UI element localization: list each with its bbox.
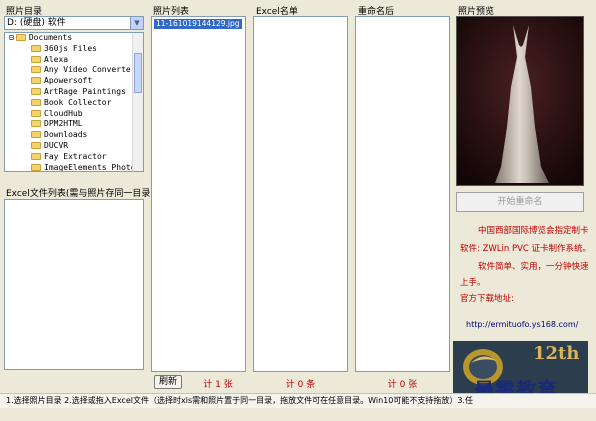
info-line-3: 软件简单、实用，一分钟快速 (478, 262, 589, 272)
tree-item-label: ArtRage Paintings (44, 86, 126, 96)
tree-folder-item[interactable]: Downloads (5, 130, 143, 141)
tree-folder-item[interactable]: ImageElements Photo S (5, 162, 144, 172)
tree-item-label: Apowersoft (44, 76, 93, 86)
collapse-icon[interactable]: ⊟ (9, 33, 14, 42)
tree-folder-item[interactable]: DPM2HTML (5, 119, 143, 130)
photo-list[interactable]: 11-161019144129.jpg (151, 16, 246, 372)
tree-root-folder[interactable]: ⊟ Documents (5, 33, 143, 44)
tree-item-label: DUCVR (44, 140, 69, 150)
excel-names-list[interactable] (253, 16, 348, 372)
folder-icon (31, 66, 41, 74)
drive-select-value: D: (硬盘) 软件 (7, 18, 66, 28)
info-line-2: 软件: ZWLin PVC 证卡制作系统。 (460, 244, 592, 254)
info-line-5: 官方下载地址: (460, 294, 514, 304)
excel-list-label: Excel文件列表(需与照片存同一目录) (6, 189, 154, 199)
folder-icon (31, 98, 41, 106)
tree-item-label: Book Collector (44, 97, 112, 107)
tree-folder-item[interactable]: Book Collector (5, 98, 143, 109)
folder-icon (31, 163, 41, 171)
folder-icon (31, 44, 41, 52)
info-line-4: 上手。 (460, 278, 486, 288)
refresh-button[interactable]: 刷新 (154, 375, 182, 389)
tree-item-label: Documents (28, 33, 73, 42)
folder-icon (31, 120, 41, 128)
dress-image (457, 17, 583, 185)
tree-folder-item[interactable]: ArtRage Paintings (5, 87, 143, 98)
folder-tree[interactable]: ⊟ Documents 360js Files Alexa Any Video Conv… (4, 32, 144, 172)
tree-item-label: CloudHub (44, 108, 83, 118)
start-rename-button[interactable]: 开始重命名 (456, 192, 584, 212)
tree-folder-item[interactable]: CloudHub (5, 109, 143, 120)
excel-file-list[interactable] (4, 199, 144, 370)
download-link[interactable]: http://ermituofo.ys168.com/ (466, 320, 578, 329)
tree-item-label: Fay Extractor (44, 151, 107, 161)
info-line-1: 中国西部国际博览会指定制卡 (478, 226, 589, 236)
chevron-down-icon[interactable]: ▼ (130, 17, 143, 29)
folder-icon (31, 131, 41, 139)
tree-scrollbar[interactable] (132, 33, 143, 171)
tree-folder-item[interactable]: Fay Extractor (5, 152, 143, 163)
tree-folder-item[interactable]: DUCVR (5, 141, 143, 152)
folder-icon (31, 141, 41, 149)
renamed-list[interactable] (355, 16, 450, 372)
tree-item-label: ImageElements Photo S (44, 162, 144, 172)
tree-item-label: DPM2HTML (44, 119, 83, 129)
photo-count: 计 1 张 (203, 380, 233, 390)
tree-folder-item[interactable]: Any Video Converter U (5, 65, 143, 76)
folder-icon (31, 87, 41, 95)
tree-item-label: Any Video Converter U (44, 65, 144, 75)
tree-item-label: 360js Files (44, 43, 97, 53)
tree-item-label: Downloads (44, 130, 88, 140)
scrollbar-thumb[interactable] (134, 53, 142, 93)
status-bar: 1.选择照片目录 2.选择或拖入Excel文件（选择时xls需和照片置于同一目录… (0, 393, 596, 408)
tree-folder-item[interactable]: Alexa (5, 55, 143, 66)
renamed-count: 计 0 张 (387, 380, 418, 390)
folder-icon (15, 34, 26, 41)
banner-text: 12th (533, 343, 580, 364)
folder-icon (31, 152, 41, 160)
list-item[interactable]: 11-161019144129.jpg (154, 19, 242, 29)
folder-icon (31, 55, 41, 63)
photo-preview (456, 16, 584, 186)
excel-count: 计 0 条 (285, 380, 316, 390)
tree-item-label: Alexa (44, 54, 69, 64)
folder-icon (31, 77, 41, 85)
tree-folder-item[interactable]: 360js Files (5, 44, 143, 55)
drive-select[interactable]: D: (硬盘) 软件 ▼ (4, 16, 144, 30)
folder-icon (31, 109, 41, 117)
tree-folder-item[interactable]: Apowersoft (5, 76, 143, 87)
